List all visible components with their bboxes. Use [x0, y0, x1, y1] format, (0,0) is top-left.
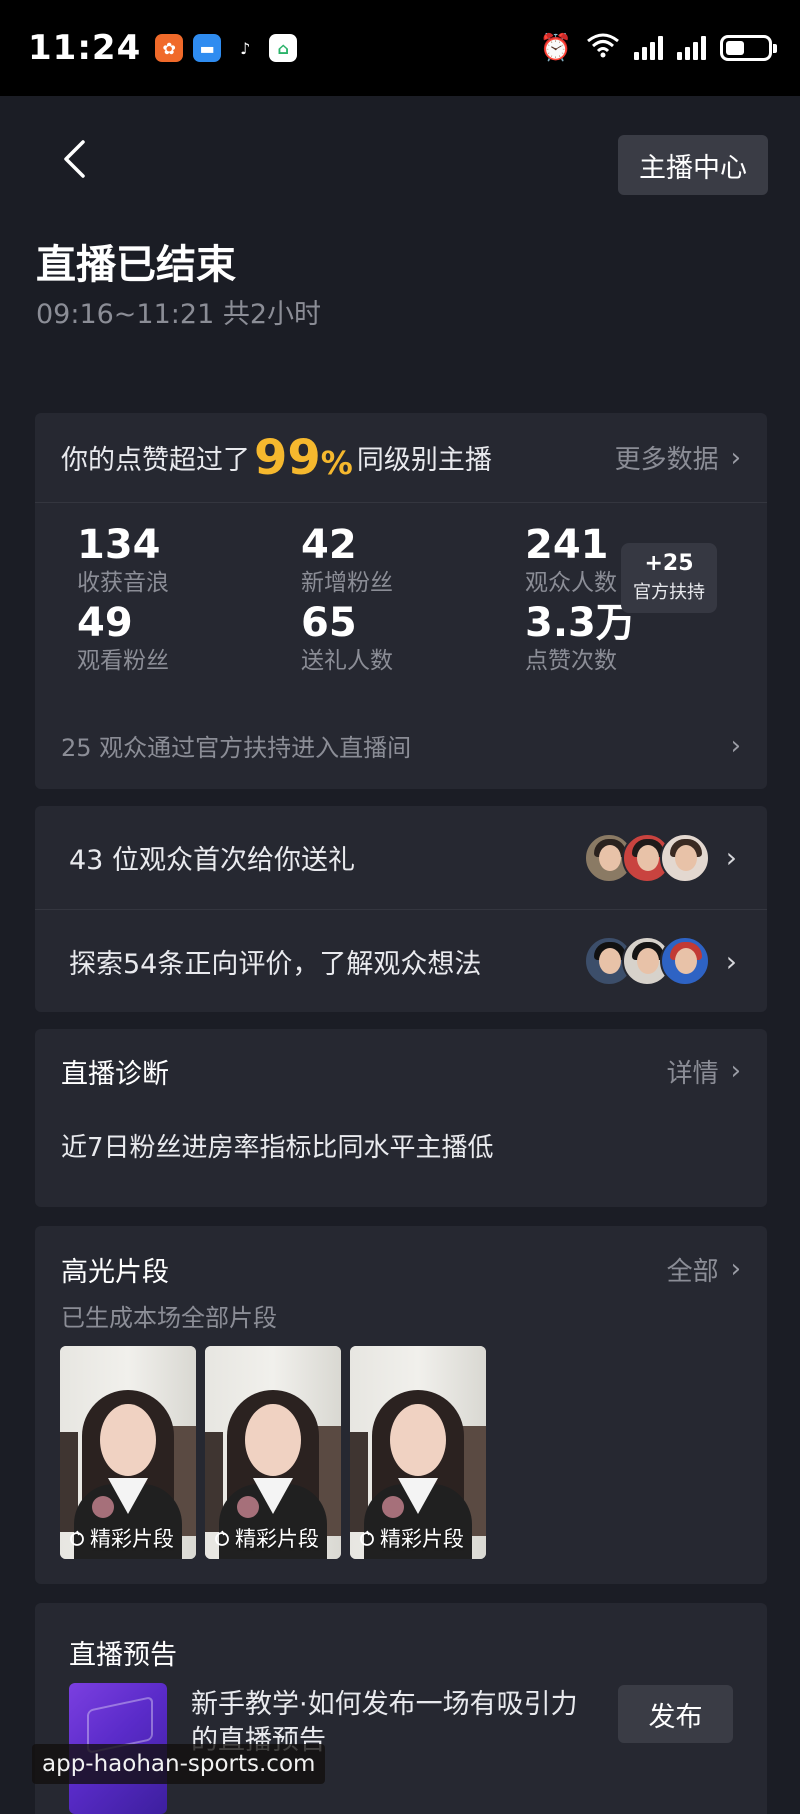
watermark: app-haohan-sports.com [32, 1744, 326, 1784]
audience-card: 43 位观众首次给你送礼 › 探索54条正向评价，了解观众想法 › [35, 806, 767, 1012]
orange-app-icon: ✿ [155, 34, 184, 62]
diagnosis-details-link[interactable]: 详情 › [667, 1053, 741, 1090]
likes-prefix: 你的点赞超过了 [61, 445, 250, 476]
stat-new-fans: 42 新增粉丝 [301, 523, 393, 599]
battery-icon [720, 35, 777, 61]
all-label: 全部 [666, 1256, 719, 1287]
live-preview-title: 直播预告 [69, 1640, 177, 1671]
status-time: 11:24 [28, 28, 142, 68]
review-avatars [583, 936, 710, 986]
likes-suffix: 同级别主播 [356, 445, 492, 476]
signal-2-icon [677, 36, 706, 60]
diagnosis-title: 直播诊断 [61, 1058, 169, 1090]
support-plus: +25 [644, 551, 694, 576]
flame-icon [70, 1530, 84, 1546]
stat-fan-viewers: 49 观看粉丝 [77, 601, 169, 677]
positive-reviews-text: 探索54条正向评价，了解观众想法 [69, 948, 482, 980]
likes-percent: 99% [254, 429, 353, 486]
official-support-row[interactable]: 25 观众通过官方扶持进入直播间 › [61, 728, 741, 763]
highlight-clip[interactable]: 精彩片段 [60, 1346, 196, 1559]
clip-tag: 精彩片段 [358, 1523, 464, 1553]
signal-icon [634, 36, 663, 60]
more-data-link[interactable]: 更多数据 › [615, 439, 741, 476]
official-support-badge: +25 官方扶持 [621, 543, 717, 613]
highlights-card: 高光片段 全部 › 已生成本场全部片段 精彩片段 精彩片段 精彩片段 [35, 1226, 767, 1584]
stat-label: 送礼人数 [301, 648, 393, 674]
chevron-right-icon: › [725, 944, 737, 978]
stat-viewers: 241 观众人数 [525, 523, 617, 599]
stat-value: 3.3万 [525, 600, 636, 646]
diagnosis-header: 直播诊断 详情 › [35, 1029, 767, 1113]
highlights-subtitle: 已生成本场全部片段 [61, 1304, 277, 1332]
diagnosis-text: 近7日粉丝进房率指标比同水平主播低 [61, 1133, 494, 1163]
stat-label: 观众人数 [525, 570, 617, 596]
support-label: 官方扶持 [633, 582, 705, 603]
flame-icon [360, 1530, 374, 1546]
stat-label: 新增粉丝 [301, 570, 393, 596]
highlights-all-link[interactable]: 全部 › [667, 1251, 741, 1288]
chat-app-icon: ▬ [193, 34, 222, 62]
wifi-icon [586, 32, 620, 65]
stat-value: 241 [525, 522, 609, 568]
clip-label: 精彩片段 [235, 1527, 319, 1551]
highlights-title: 高光片段 [61, 1256, 169, 1288]
chevron-right-icon: › [730, 442, 741, 473]
battery-level [726, 41, 744, 55]
tiktok-app-icon: ♪ [231, 34, 260, 62]
stat-value: 134 [77, 522, 161, 568]
publish-button[interactable]: 发布 [618, 1685, 733, 1743]
live-time-range: 09:16~11:21 共2小时 [36, 299, 322, 330]
details-label: 详情 [666, 1058, 719, 1089]
stat-likes: 3.3万 点赞次数 [525, 601, 636, 677]
positive-reviews-row[interactable]: 探索54条正向评价，了解观众想法 › [35, 909, 767, 1012]
clip-tag: 精彩片段 [213, 1523, 319, 1553]
more-data-label: 更多数据 [614, 445, 719, 475]
chevron-right-icon: › [730, 730, 741, 761]
clip-label: 精彩片段 [380, 1527, 464, 1551]
stat-value: 49 [77, 600, 133, 646]
avatar [659, 832, 710, 883]
chevron-right-icon: › [730, 1254, 741, 1284]
highlight-clips: 精彩片段 精彩片段 精彩片段 [60, 1346, 486, 1559]
page-title: 直播已结束 [36, 242, 236, 288]
avatar [659, 936, 710, 986]
home-app-icon: ⌂ [269, 34, 298, 62]
first-gift-text: 43 位观众首次给你送礼 [69, 845, 355, 876]
flame-icon [215, 1530, 229, 1546]
highlight-clip[interactable]: 精彩片段 [205, 1346, 341, 1559]
summary-card: 你的点赞超过了 99% 同级别主播 更多数据 › 134 收获音浪 42 新增粉… [35, 413, 767, 789]
stat-label: 点赞次数 [525, 648, 617, 674]
gift-avatars [583, 832, 710, 883]
status-bar: 11:24 ✿ ▬ ♪ ⌂ ⏰ [0, 0, 800, 96]
chevron-right-icon: › [730, 1056, 741, 1086]
stat-sound-waves: 134 收获音浪 [77, 523, 169, 599]
stat-label: 观看粉丝 [77, 648, 169, 674]
clip-label: 精彩片段 [90, 1527, 174, 1551]
first-gift-row[interactable]: 43 位观众首次给你送礼 › [35, 806, 767, 909]
anchor-center-button[interactable]: 主播中心 [618, 135, 768, 195]
stat-value: 42 [301, 522, 357, 568]
chevron-left-icon [64, 140, 85, 178]
clip-tag: 精彩片段 [68, 1523, 174, 1553]
official-support-text: 25 观众通过官方扶持进入直播间 [61, 734, 412, 762]
highlight-clip[interactable]: 精彩片段 [350, 1346, 486, 1559]
stat-value: 65 [301, 600, 357, 646]
stat-gift-senders: 65 送礼人数 [301, 601, 393, 677]
likes-ranking-row: 你的点赞超过了 99% 同级别主播 更多数据 › [35, 413, 767, 503]
diagnosis-card: 直播诊断 详情 › 近7日粉丝进房率指标比同水平主播低 [35, 1029, 767, 1207]
chevron-right-icon: › [725, 841, 737, 874]
back-button[interactable] [52, 134, 96, 184]
stat-label: 收获音浪 [77, 570, 169, 596]
alarm-icon: ⏰ [539, 33, 572, 63]
